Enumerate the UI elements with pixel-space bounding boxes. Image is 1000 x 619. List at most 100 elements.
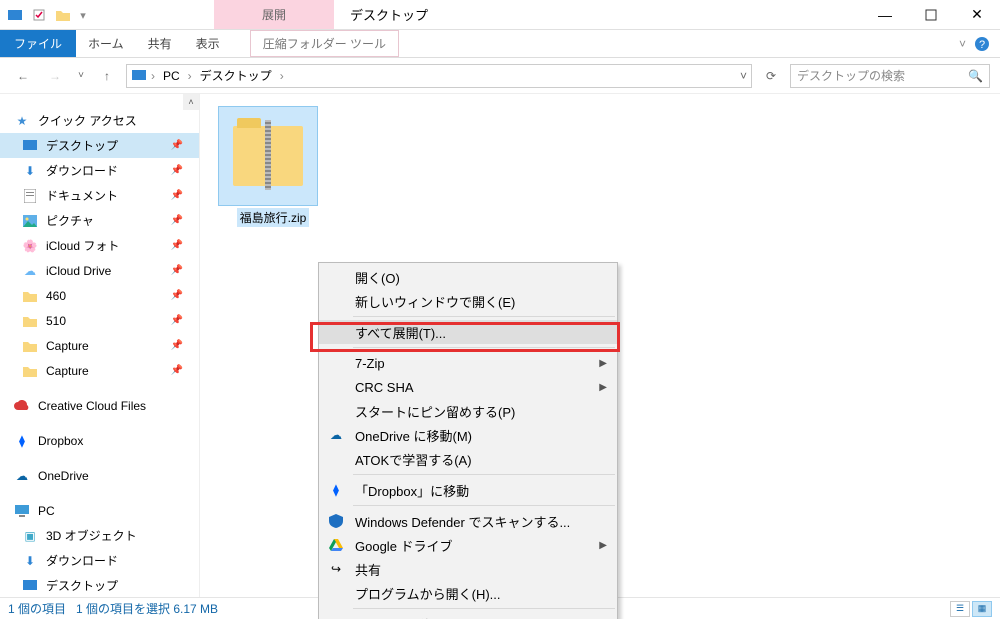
recent-dropdown-icon[interactable]: ˅ xyxy=(74,63,88,89)
menu-item-share[interactable]: ↪共有 xyxy=(319,557,617,581)
svg-text:?: ? xyxy=(979,39,985,51)
pin-icon: 📌 xyxy=(171,240,183,251)
sidebar-item-folder[interactable]: Capture📌 xyxy=(0,358,199,383)
menu-item-defender-scan[interactable]: Windows Defender でスキャンする... xyxy=(319,509,617,533)
menu-item-dropbox-move[interactable]: ⧫「Dropbox」に移動 xyxy=(319,478,617,502)
menu-item-atok[interactable]: ATOKで学習する(A) xyxy=(319,447,617,471)
close-button[interactable]: ✕ xyxy=(954,0,1000,29)
icloud-photo-icon: 🌸 xyxy=(22,238,38,254)
help-icon[interactable]: ? xyxy=(974,36,990,52)
desktop-icon xyxy=(22,578,38,594)
qat-item[interactable] xyxy=(28,4,50,26)
status-item-count: 1 個の項目 xyxy=(8,600,66,617)
menu-item-7zip[interactable]: 7-Zip▶ xyxy=(319,351,617,375)
file-item-zip[interactable]: 福島旅行.zip xyxy=(218,106,328,227)
address-dropdown-icon[interactable]: ˅ xyxy=(740,69,747,83)
sidebar-item-3d-objects[interactable]: ▣3D オブジェクト xyxy=(0,523,199,548)
menu-item-pin-start[interactable]: スタートにピン留めする(P) xyxy=(319,399,617,423)
menu-item-open[interactable]: 開く(O) xyxy=(319,265,617,289)
menu-item-label: ATOKで学習する(A) xyxy=(355,450,472,469)
forward-button[interactable]: → xyxy=(42,63,68,89)
minimize-button[interactable]: ― xyxy=(862,0,908,29)
search-icon[interactable]: 🔍 xyxy=(968,69,983,83)
zip-folder-icon xyxy=(233,126,303,186)
details-view-button[interactable]: ☰ xyxy=(950,601,970,617)
sidebar-item-pc[interactable]: PC xyxy=(0,498,199,523)
pc-icon xyxy=(14,503,30,519)
back-button[interactable]: ← xyxy=(10,63,36,89)
sidebar-item-dropbox[interactable]: ⧫Dropbox xyxy=(0,428,199,453)
menu-item-grant-access[interactable]: アクセスを許可する(G)▶ xyxy=(319,612,617,619)
quick-access-label: クイック アクセス xyxy=(38,112,137,129)
gdrive-icon xyxy=(327,536,345,554)
sidebar-item-downloads[interactable]: ⬇ダウンロード xyxy=(0,548,199,573)
pin-icon: 📌 xyxy=(171,340,183,351)
sidebar-item-label: ドキュメント xyxy=(46,187,118,204)
sidebar-item-documents[interactable]: ドキュメント 📌 xyxy=(0,183,199,208)
menu-item-crc-sha[interactable]: CRC SHA▶ xyxy=(319,375,617,399)
sidebar-item-downloads[interactable]: ⬇ダウンロード📌 xyxy=(0,158,199,183)
menu-separator xyxy=(353,347,615,348)
search-input[interactable]: デスクトップの検索 🔍 xyxy=(790,64,990,88)
pin-icon: 📌 xyxy=(171,165,183,176)
pin-icon: 📌 xyxy=(171,215,183,226)
file-tab[interactable]: ファイル xyxy=(0,30,76,57)
sidebar-item-label: OneDrive xyxy=(38,469,89,483)
menu-item-extract-all[interactable]: すべて展開(T)... xyxy=(319,320,617,344)
tab-share[interactable]: 共有 xyxy=(136,30,184,57)
breadcrumb-pc[interactable]: PC xyxy=(159,69,184,83)
file-name[interactable]: 福島旅行.zip xyxy=(237,208,310,227)
tab-compressed-folder-tools[interactable]: 圧縮フォルダー ツール xyxy=(250,30,399,57)
sidebar-item-label: 460 xyxy=(46,289,66,303)
menu-item-google-drive[interactable]: Google ドライブ▶ xyxy=(319,533,617,557)
sidebar-item-desktop[interactable]: デスクトップ📌 xyxy=(0,133,199,158)
folder-icon xyxy=(22,363,38,379)
sidebar-item-desktop[interactable]: デスクトップ xyxy=(0,573,199,597)
sidebar-item-folder[interactable]: Capture📌 xyxy=(0,333,199,358)
sidebar-item-creative-cloud[interactable]: Creative Cloud Files xyxy=(0,393,199,418)
menu-item-onedrive-move[interactable]: ☁OneDrive に移動(M) xyxy=(319,423,617,447)
breadcrumb-separator[interactable]: › xyxy=(188,69,192,83)
app-icon[interactable] xyxy=(4,4,26,26)
icloud-icon: ☁ xyxy=(22,263,38,279)
sidebar-item-pictures[interactable]: ピクチャ 📌 xyxy=(0,208,199,233)
desktop-icon xyxy=(131,68,147,84)
contextual-tab-header: 展開 xyxy=(214,0,334,29)
tab-home[interactable]: ホーム xyxy=(76,30,136,57)
star-icon: ★ xyxy=(14,113,30,129)
quick-access-toolbar: ▾ xyxy=(0,0,94,30)
folder-icon xyxy=(22,313,38,329)
maximize-button[interactable] xyxy=(908,0,954,29)
quick-access-group[interactable]: ★ クイック アクセス xyxy=(0,108,199,133)
icons-view-button[interactable]: ▦ xyxy=(972,601,992,617)
sidebar-item-folder[interactable]: 510📌 xyxy=(0,308,199,333)
sidebar-item-onedrive[interactable]: ☁OneDrive xyxy=(0,463,199,488)
sidebar-item-label: ピクチャ xyxy=(46,212,94,229)
onedrive-icon: ☁ xyxy=(327,426,345,444)
up-button[interactable]: ↑ xyxy=(94,63,120,89)
address-bar[interactable]: › PC › デスクトップ › ˅ xyxy=(126,64,752,88)
menu-separator xyxy=(353,505,615,506)
pin-icon: 📌 xyxy=(171,190,183,201)
menu-item-open-new-window[interactable]: 新しいウィンドウで開く(E) xyxy=(319,289,617,313)
qat-dropdown-icon[interactable]: ▾ xyxy=(76,4,90,26)
ribbon-collapse-icon[interactable]: ˅ xyxy=(959,37,966,51)
menu-item-label: Google ドライブ xyxy=(355,536,453,555)
breadcrumb-separator[interactable]: › xyxy=(280,69,284,83)
menu-item-label: Windows Defender でスキャンする... xyxy=(355,512,570,531)
defender-icon xyxy=(327,512,345,530)
sidebar-item-icloud-drive[interactable]: ☁iCloud Drive📌 xyxy=(0,258,199,283)
sidebar-item-folder[interactable]: 460📌 xyxy=(0,283,199,308)
menu-item-open-with[interactable]: プログラムから開く(H)... xyxy=(319,581,617,605)
breadcrumb-separator[interactable]: › xyxy=(151,69,155,83)
sidebar-item-label: PC xyxy=(38,504,55,518)
sidebar-item-icloud-photo[interactable]: 🌸iCloud フォト📌 xyxy=(0,233,199,258)
window-title: デスクトップ xyxy=(334,0,862,29)
tab-view[interactable]: 表示 xyxy=(184,30,232,57)
menu-item-label: 新しいウィンドウで開く(E) xyxy=(355,292,515,311)
refresh-button[interactable]: ⟳ xyxy=(758,63,784,89)
download-icon: ⬇ xyxy=(22,553,38,569)
creative-cloud-icon xyxy=(14,398,30,414)
breadcrumb-desktop[interactable]: デスクトップ xyxy=(196,67,276,84)
scroll-up-icon[interactable]: ˄ xyxy=(183,94,199,110)
